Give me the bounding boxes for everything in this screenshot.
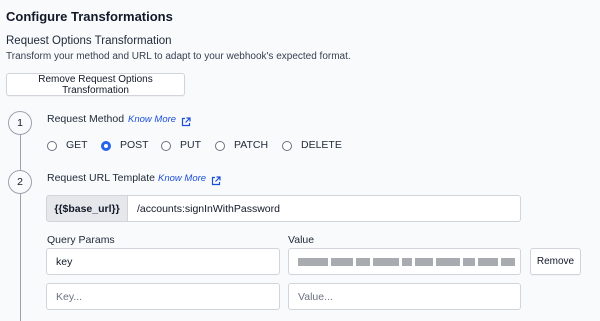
step-connector-line: [20, 132, 21, 321]
radio-put[interactable]: [161, 141, 171, 151]
request-method-label: Request Method: [47, 113, 125, 125]
query-param-key-input[interactable]: key: [46, 248, 280, 275]
transformation-description: Transform your method and URL to adapt t…: [6, 51, 351, 62]
value-header: Value: [288, 234, 315, 246]
query-params-header: Query Params: [47, 234, 115, 246]
external-link-icon[interactable]: [211, 173, 221, 191]
transformation-subtitle: Request Options Transformation: [6, 35, 172, 47]
radio-post-label[interactable]: POST: [120, 139, 149, 151]
radio-get[interactable]: [47, 141, 57, 151]
radio-put-label[interactable]: PUT: [180, 139, 201, 151]
query-param-value-input[interactable]: [288, 248, 521, 275]
base-url-prefix: {{$base_url}}: [46, 195, 128, 222]
remove-query-param-button[interactable]: Remove: [530, 248, 581, 275]
new-query-param-value-input[interactable]: Value...: [288, 283, 521, 310]
url-template-know-more-link[interactable]: Know More: [158, 173, 206, 184]
step-2-badge: 2: [8, 170, 32, 194]
redacted-value: [298, 257, 515, 266]
radio-delete[interactable]: [282, 141, 292, 151]
radio-patch[interactable]: [215, 141, 225, 151]
external-link-icon[interactable]: [181, 114, 191, 132]
radio-get-label[interactable]: GET: [66, 139, 88, 151]
url-template-input[interactable]: /accounts:signInWithPassword: [127, 195, 521, 222]
request-url-template-label: Request URL Template: [47, 172, 155, 184]
radio-post[interactable]: [101, 141, 111, 151]
new-query-param-key-input[interactable]: Key...: [46, 283, 280, 310]
request-method-know-more-link[interactable]: Know More: [128, 114, 176, 125]
radio-delete-label[interactable]: DELETE: [301, 139, 342, 151]
remove-request-options-button[interactable]: Remove Request Options Transformation: [6, 73, 185, 96]
step-1-badge: 1: [8, 111, 32, 135]
radio-patch-label[interactable]: PATCH: [234, 139, 268, 151]
section-title: Configure Transformations: [6, 9, 173, 24]
